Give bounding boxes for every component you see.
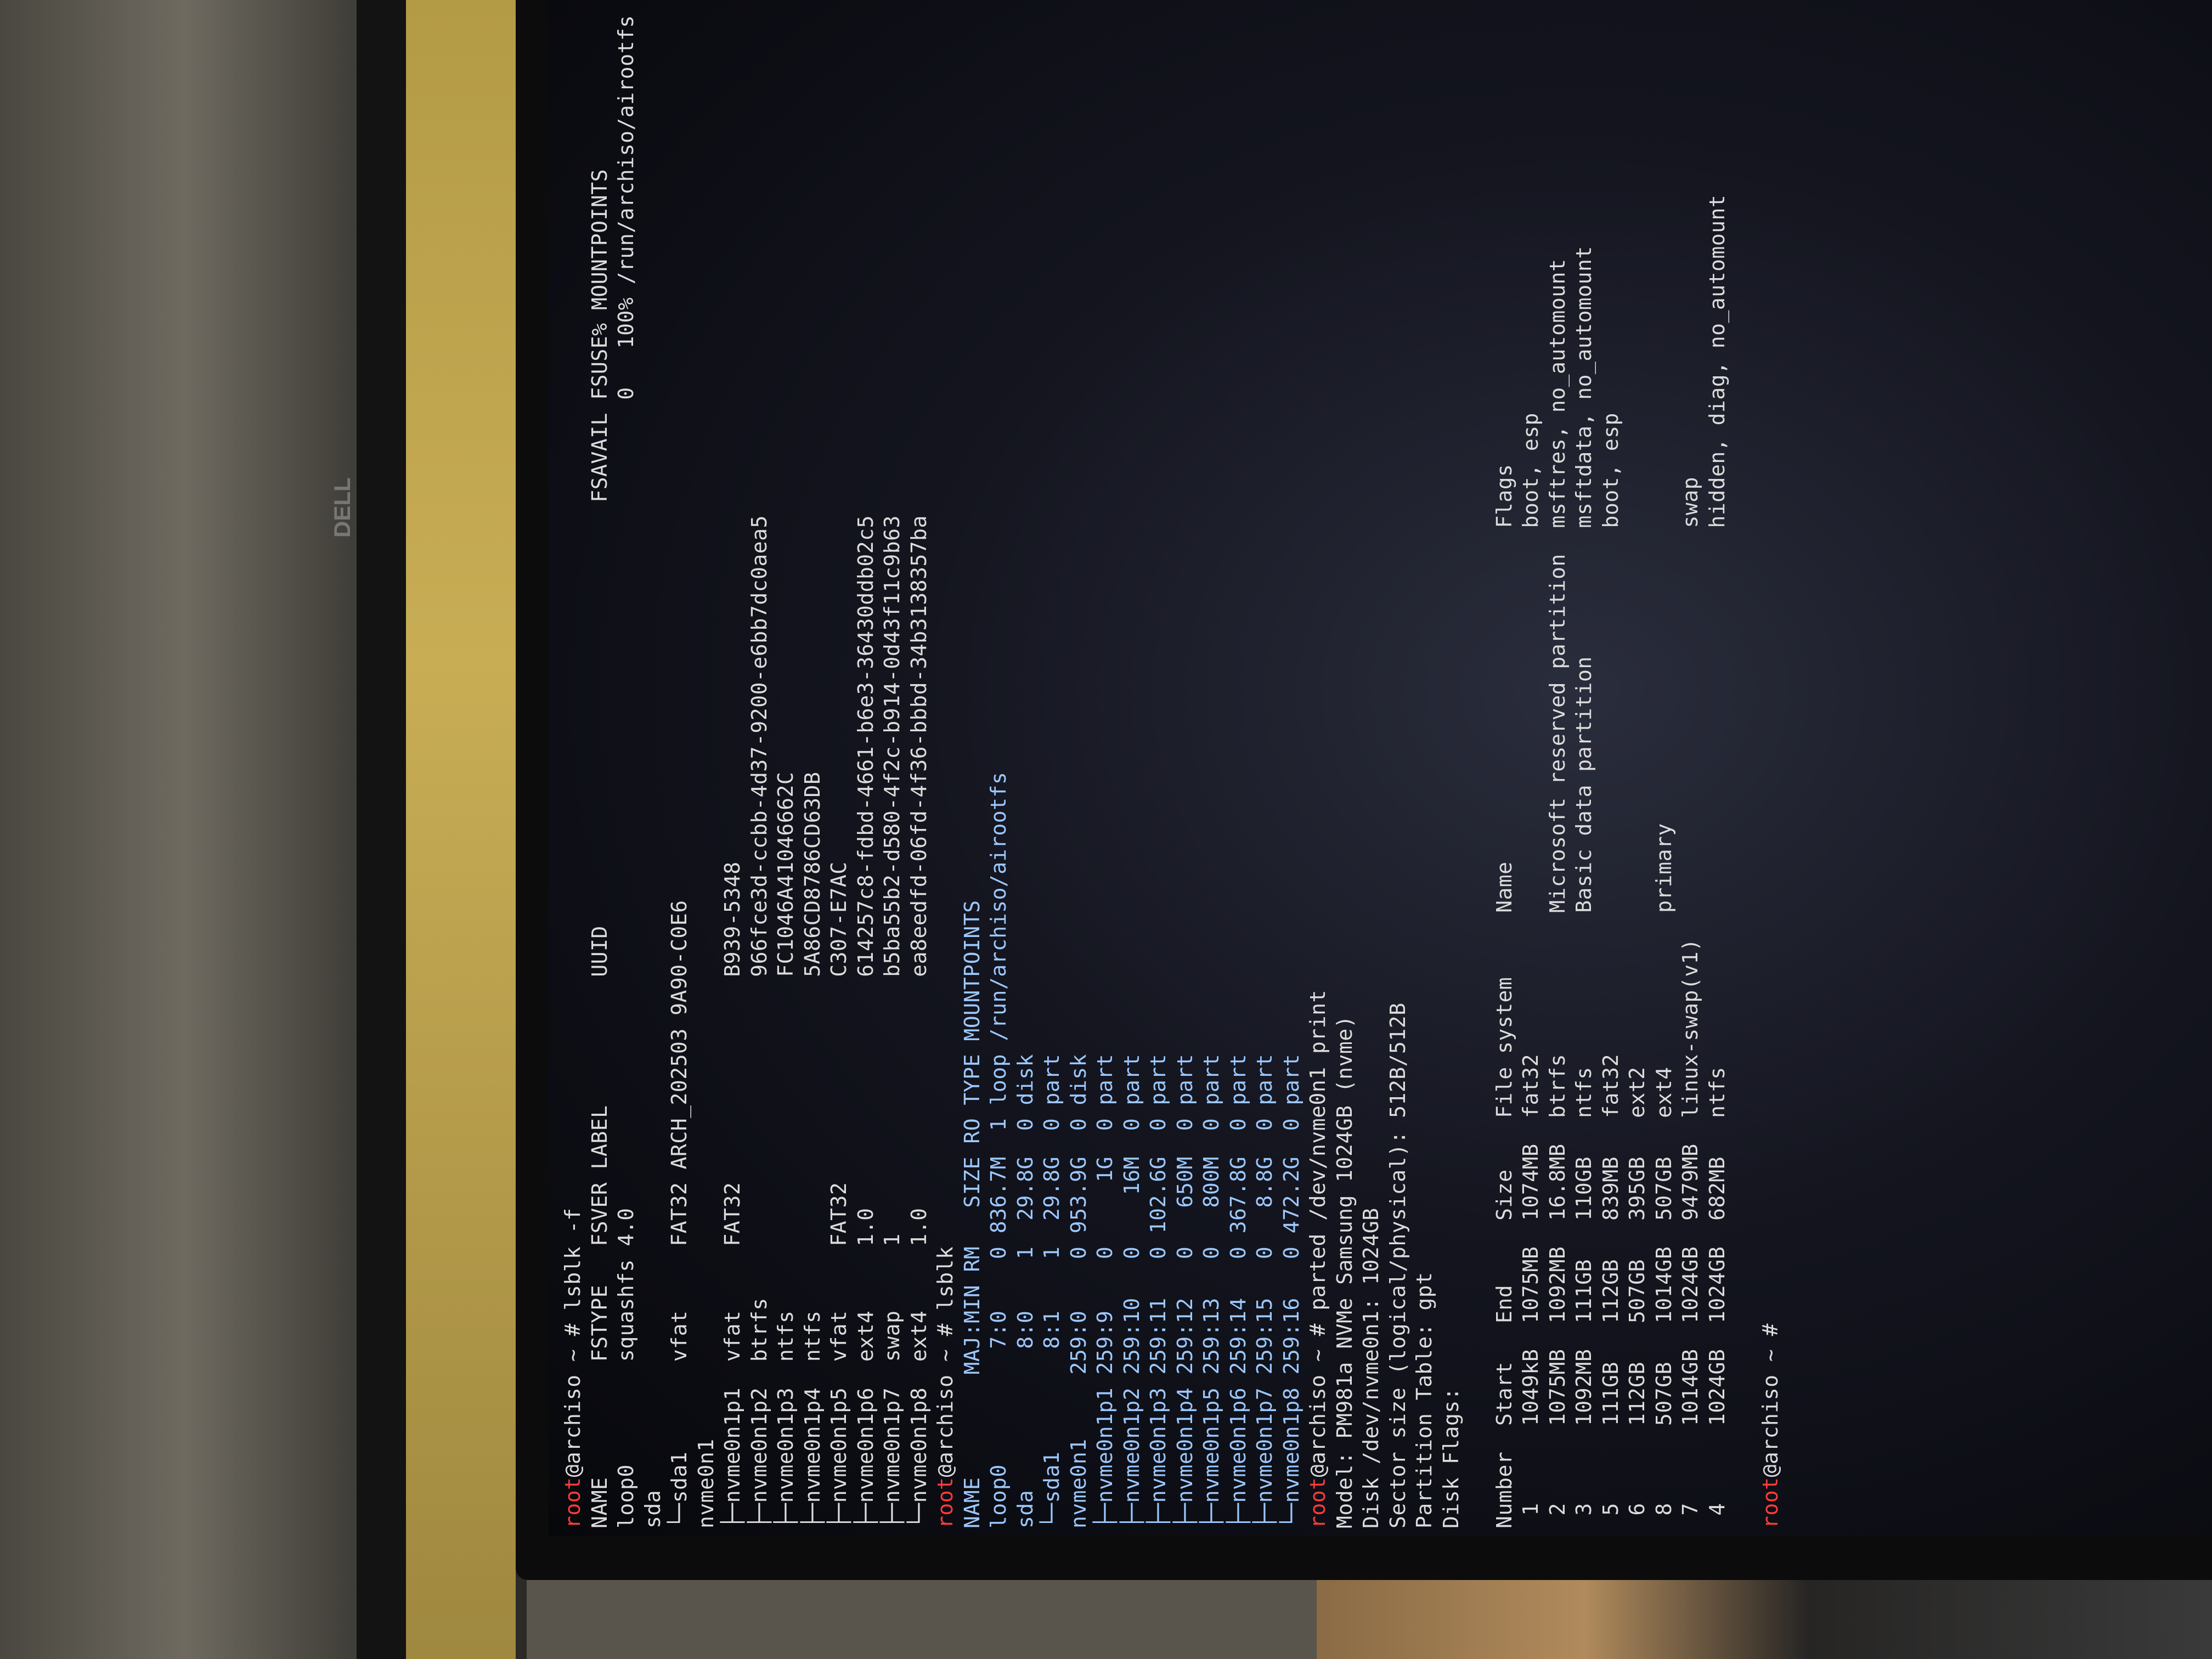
terminal-output-line: 8 507GB 1014GB 507GB ext4 primary [1651,823,1676,1528]
terminal-output-line: 7 1014GB 1024GB 9479MB linux-swap(v1) sw… [1678,477,1702,1528]
terminal-output-line: nvme0n1 [693,1438,718,1528]
prompt-command: parted /dev/nvme0n1 print [1306,990,1330,1311]
background-desk-surface [1317,1569,2212,1659]
terminal-output-line: ├─nvme0n1p6 ext4 1.0 614257c8-fdbd-4661-… [853,515,878,1528]
prompt-line: root@archiso ~ # lsblk [932,3,959,1528]
terminal-output-line: 5 111GB 112GB 839MB fat32 boot, esp [1598,413,1623,1528]
terminal-output-line: ├─nvme0n1p6 259:14 0 367.8G 0 part [1226,1054,1250,1528]
terminal-output-line: ├─nvme0n1p1 vfat FAT32 B939-5348 [720,861,744,1528]
prompt-command: lsblk [933,1246,957,1311]
terminal-output-line: Disk /dev/nvme0n1: 1024GB [1359,1207,1383,1528]
terminal-output-line: Sector size (logical/physical): 512B/512… [1385,1002,1410,1529]
prompt-user: root [561,1477,585,1528]
terminal-output-line: 2 1075MB 1092MB 16.8MB btrfs Microsoft r… [1545,258,1570,1528]
terminal-output-line: ├─nvme0n1p5 259:13 0 800M 0 part [1199,1054,1223,1528]
terminal-output-line: NAME MAJ:MIN RM SIZE RO TYPE MOUNTPOINTS [960,900,984,1528]
prompt-user: root [1758,1477,1782,1528]
background-wall [406,0,516,1659]
prompt-host: @archiso ~ # [1758,1310,1782,1477]
prompt-user: root [1306,1477,1330,1528]
terminal-output-line: ├─nvme0n1p2 btrfs 966fce3d-ccbb-4d37-920… [747,515,771,1528]
prompt-line: root@archiso ~ # [1757,3,1784,1528]
prompt-host: @archiso ~ # [561,1310,585,1477]
prompt-line: root@archiso ~ # lsblk -f [560,3,586,1528]
terminal-output-line: NAME FSTYPE FSVER LABEL UUID FSAVAIL FSU… [587,168,612,1528]
terminal-output-line: Disk Flags: [1438,1387,1463,1528]
terminal-output-line: 6 112GB 507GB 395GB ext2 [1625,1066,1649,1528]
terminal-output-line: Model: PM981a NVMe Samsung 1024GB (nvme) [1332,1015,1357,1528]
terminal-output-line: ├─nvme0n1p5 vfat FAT32 C307-E7AC [827,861,851,1528]
terminal-output-line: └─sda1 8:1 1 29.8G 0 part [1040,1054,1064,1528]
terminal-output-line: ├─nvme0n1p7 259:15 0 8.8G 0 part [1252,1054,1277,1528]
terminal-output-line: 1 1049kB 1075MB 1074MB fat32 boot, esp [1519,413,1543,1528]
terminal-output-line: ├─nvme0n1p4 259:12 0 650M 0 part [1172,1054,1197,1528]
terminal-output-line: loop0 7:0 0 836.7M 1 loop /run/archiso/a… [986,771,1011,1528]
terminal-output-line: sda [640,1489,665,1528]
prompt-host: @archiso ~ # [933,1310,957,1477]
terminal-output-line: Number Start End Size File system Name F… [1492,464,1516,1528]
terminal-output-line: └─nvme0n1p8 ext4 1.0 ea8eedfd-06fd-4f36-… [906,515,931,1528]
terminal-output-line: ├─nvme0n1p7 swap 1 b5ba55b2-d580-4f2c-b9… [880,515,904,1528]
terminal-output-line: nvme0n1 259:0 0 953.9G 0 disk [1066,1054,1091,1528]
terminal-output-line: ├─nvme0n1p2 259:10 0 16M 0 part [1119,1054,1144,1528]
terminal-output-line: 3 1092MB 111GB 110GB ntfs Basic data par… [1572,246,1596,1528]
terminal-output-line: sda 8:0 1 29.8G 0 disk [1013,1054,1037,1528]
prompt-user: root [933,1477,957,1528]
prompt-line: root@archiso ~ # parted /dev/nvme0n1 pri… [1305,3,1331,1528]
monitor-screen: root@archiso ~ # lsblk -f NAME FSTYPE FSV… [549,0,2212,1536]
terminal-output-line: 4 1024GB 1024GB 682MB ntfs hidden, diag,… [1705,194,1729,1528]
terminal-output-line: └─nvme0n1p8 259:16 0 472.2G 0 part [1279,1054,1304,1528]
terminal-console[interactable]: root@archiso ~ # lsblk -f NAME FSTYPE FSV… [560,3,2096,1528]
prompt-host: @archiso ~ # [1306,1310,1330,1477]
terminal-output-line: ├─nvme0n1p3 259:11 0 102.6G 0 part [1146,1054,1170,1528]
prompt-command: lsblk -f [561,1207,585,1311]
terminal-output-line: ├─nvme0n1p1 259:9 0 1G 0 part [1093,1054,1117,1528]
terminal-output-line: ├─nvme0n1p3 ntfs FC1046A41046662C [774,771,798,1528]
terminal-output-line: Partition Table: gpt [1412,1272,1436,1528]
monitor-brand-logo: DELL [329,477,355,538]
terminal-output-line: ├─nvme0n1p4 ntfs 5A86CD8786CD63DB [800,771,825,1528]
terminal-output-line: loop0 squashfs 4.0 0 100% /run/archiso/a… [614,15,638,1528]
terminal-output-line: └─sda1 vfat FAT32 ARCH_202503 9A90-C0E6 [667,900,691,1528]
